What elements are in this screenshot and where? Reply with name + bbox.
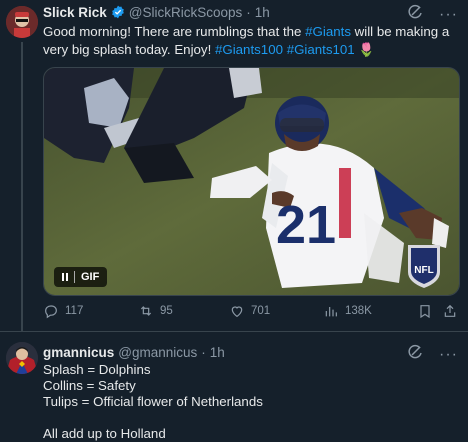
gif-label: GIF bbox=[81, 271, 100, 283]
grok-icon[interactable] bbox=[407, 4, 423, 25]
share-icon bbox=[444, 304, 456, 317]
author-name[interactable]: gmannicus bbox=[43, 345, 114, 360]
tweet-header: gmannicus @gmannicus · 1h bbox=[43, 343, 225, 361]
hashtag-giants100[interactable]: #Giants100 bbox=[215, 42, 283, 57]
views-icon bbox=[325, 307, 337, 317]
timestamp[interactable]: 1h bbox=[210, 345, 225, 360]
author-handle[interactable]: @SlickRickScoops bbox=[129, 5, 242, 20]
tweet-text: Splash = Dolphins Collins = Safety Tulip… bbox=[43, 362, 263, 442]
author-handle[interactable]: @gmannicus bbox=[118, 345, 197, 360]
text-line: Tulips = Official flower of Netherlands bbox=[43, 394, 263, 409]
tweet-top-actions: ··· bbox=[407, 4, 458, 25]
reply-count: 117 bbox=[65, 305, 84, 317]
like-button[interactable]: 701 bbox=[229, 303, 270, 319]
avatar[interactable] bbox=[6, 6, 38, 38]
pause-icon[interactable] bbox=[62, 273, 68, 281]
tweet-2[interactable]: gmannicus @gmannicus · 1h ··· Splash = D… bbox=[0, 331, 468, 442]
tweet-top-actions: ··· bbox=[407, 344, 458, 365]
author-name[interactable]: Slick Rick bbox=[43, 5, 107, 20]
bookmark-button[interactable] bbox=[417, 303, 433, 319]
more-icon[interactable]: ··· bbox=[439, 6, 458, 23]
tweet-header: Slick Rick @SlickRickScoops · 1h bbox=[43, 3, 270, 21]
reply-icon bbox=[45, 305, 57, 319]
share-button[interactable] bbox=[442, 303, 458, 319]
separator-dot: · bbox=[246, 4, 251, 20]
tulip-emoji: 🌷 bbox=[358, 42, 375, 57]
repost-icon bbox=[140, 306, 152, 316]
hashtag-giants[interactable]: #Giants bbox=[305, 24, 351, 39]
views-count: 138K bbox=[345, 305, 372, 317]
timestamp[interactable]: 1h bbox=[255, 5, 270, 20]
separator-dot: · bbox=[201, 344, 206, 360]
reply-button[interactable]: 117 bbox=[43, 303, 83, 319]
text-line: All add up to Holland bbox=[43, 426, 166, 441]
text-line: Splash = Dolphins bbox=[43, 362, 151, 377]
badge-divider bbox=[74, 271, 75, 283]
like-count: 701 bbox=[251, 305, 271, 317]
nfl-logo: NFL bbox=[408, 245, 440, 288]
like-icon bbox=[231, 306, 243, 318]
repost-button[interactable]: 95 bbox=[138, 303, 173, 319]
gif-badge[interactable]: GIF bbox=[54, 267, 108, 287]
more-icon[interactable]: ··· bbox=[439, 346, 458, 363]
verified-badge-icon bbox=[111, 5, 125, 19]
avatar[interactable] bbox=[6, 342, 38, 374]
text-segment: Good morning! There are rumblings that t… bbox=[43, 24, 306, 39]
hashtag-giants101[interactable]: #Giants101 bbox=[287, 42, 355, 57]
bookmark-icon bbox=[420, 305, 430, 319]
views-button[interactable]: 138K bbox=[323, 303, 372, 319]
grok-icon[interactable] bbox=[407, 344, 423, 365]
gif-media[interactable]: 21 NFL GIF bbox=[43, 67, 460, 296]
thread-connector bbox=[21, 42, 23, 331]
gif-frame: 21 NFL bbox=[44, 68, 459, 295]
repost-count: 95 bbox=[160, 305, 173, 317]
jersey-number: 21 bbox=[276, 195, 336, 255]
tweet-actions: 117 95 701 138K bbox=[43, 303, 458, 323]
tweet-text: Good morning! There are rumblings that t… bbox=[43, 23, 458, 59]
tweet-1[interactable]: Slick Rick @SlickRickScoops · 1h ··· Goo… bbox=[0, 0, 468, 331]
text-line: Collins = Safety bbox=[43, 378, 136, 393]
nfl-logo-text: NFL bbox=[414, 265, 433, 276]
